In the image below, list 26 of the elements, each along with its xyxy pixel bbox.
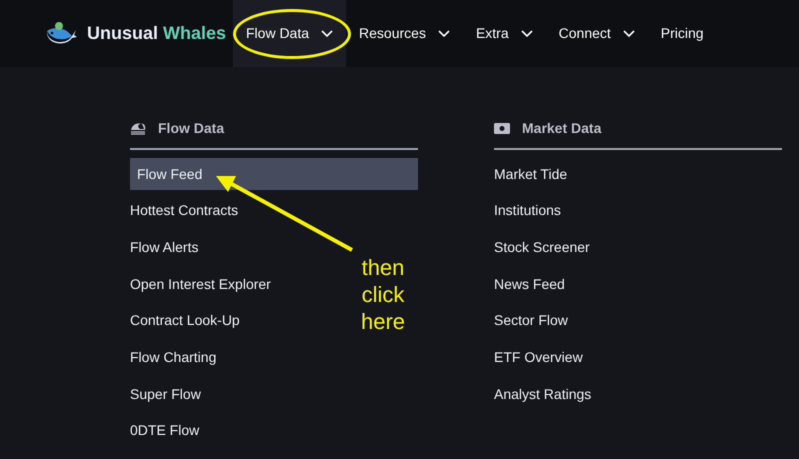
nav-menu-item[interactable]: Extra	[462, 0, 546, 67]
menu-link[interactable]: Flow Feed	[130, 158, 418, 190]
menu-link[interactable]: 0DTE Flow	[130, 414, 200, 447]
menu-link[interactable]: Stock Screener	[494, 231, 590, 264]
nav-menu-item[interactable]: Pricing	[648, 0, 717, 67]
menu-link[interactable]: Flow Charting	[130, 341, 216, 374]
section-heading: Flow Data	[158, 118, 224, 138]
menu-link[interactable]: Hottest Contracts	[130, 194, 238, 227]
menu-link[interactable]: Super Flow	[130, 378, 201, 410]
annotation-text: then click here	[360, 254, 406, 335]
money-icon	[494, 122, 510, 134]
menu-link[interactable]: Sector Flow	[494, 304, 568, 337]
menu-link[interactable]: Analyst Ratings	[494, 378, 592, 410]
nav-menu-item[interactable]: Connect	[546, 0, 648, 67]
whale-logo-icon	[44, 20, 78, 46]
menu-link[interactable]: Institutions	[494, 194, 561, 227]
brand-name[interactable]: Unusual Whales	[87, 20, 226, 47]
menu-link[interactable]: Open Interest Explorer	[130, 268, 271, 300]
menu-link[interactable]: News Feed	[494, 268, 565, 300]
nav-menu-item[interactable]: Resources	[346, 0, 463, 67]
nav-menu-item[interactable]: Flow Data	[233, 0, 346, 67]
menu-link[interactable]: ETF Overview	[494, 341, 583, 374]
menu-link[interactable]: Market Tide	[494, 158, 568, 190]
menu-link[interactable]: Flow Alerts	[130, 231, 198, 264]
section-heading: Market Data	[522, 118, 602, 138]
menu-link[interactable]: Contract Look-Up	[130, 304, 240, 337]
